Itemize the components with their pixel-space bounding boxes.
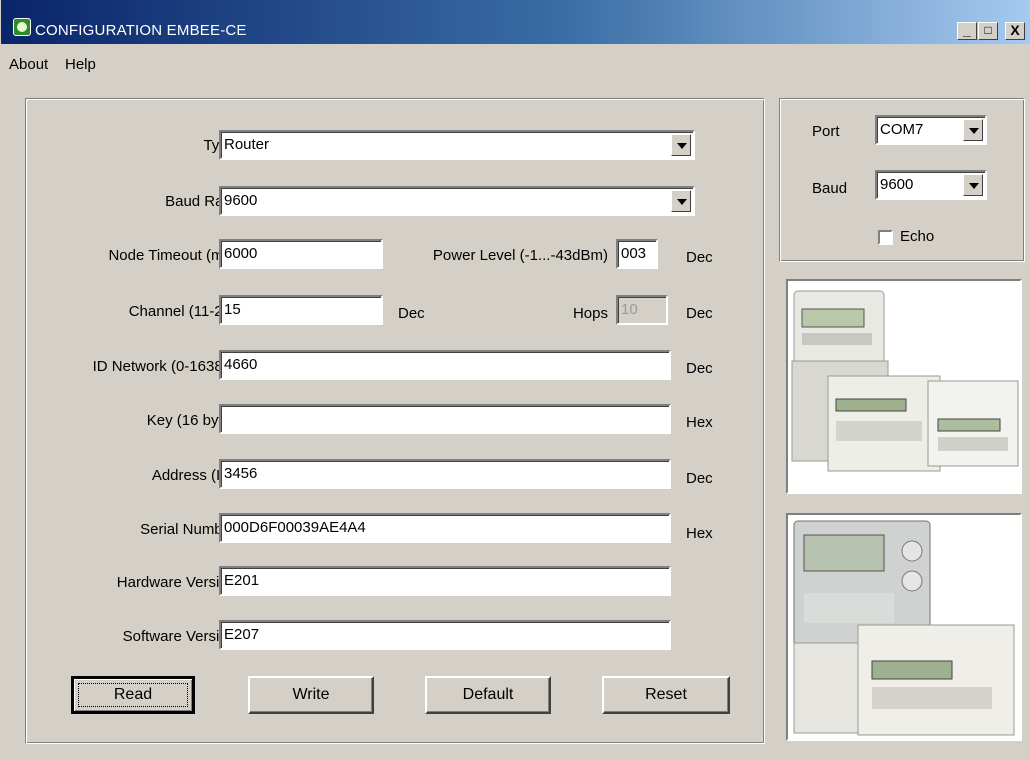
window-title: CONFIGURATION EMBEE-CE xyxy=(35,22,247,39)
node-timeout-field[interactable]: 6000 xyxy=(219,239,383,269)
meter-image-1 xyxy=(786,279,1022,494)
baud-value: 9600 xyxy=(880,176,914,193)
power-level-unit: Dec xyxy=(686,249,713,266)
hops-unit: Dec xyxy=(686,305,713,322)
channel-field[interactable]: 15 xyxy=(219,295,383,325)
port-select[interactable]: COM7 xyxy=(875,115,987,145)
address-field[interactable]: 3456 xyxy=(219,459,671,489)
app-icon[interactable] xyxy=(13,18,31,36)
channel-unit: Dec xyxy=(398,305,425,322)
type-value: Router xyxy=(224,136,270,153)
address-unit: Dec xyxy=(686,470,713,487)
meter-image-2 xyxy=(786,513,1022,741)
echo-checkbox[interactable] xyxy=(878,230,893,245)
chevron-down-icon[interactable] xyxy=(963,119,983,141)
minimize-button[interactable]: _ xyxy=(957,22,977,40)
app-window: CONFIGURATION EMBEE-CE _ □ X About Help … xyxy=(0,0,1030,760)
baud-rate-value: 9600 xyxy=(224,192,258,209)
chevron-down-icon[interactable] xyxy=(963,174,983,196)
power-level-label: Power Level (-1...-43dBm) xyxy=(432,247,608,264)
menu-about[interactable]: About xyxy=(9,56,48,73)
connection-panel: Port COM7 Baud 9600 Echo xyxy=(779,98,1025,262)
chevron-down-icon[interactable] xyxy=(671,134,691,156)
settings-panel: Type Router Baud Rate 9600 Node Timeout … xyxy=(25,98,765,744)
software-version-field[interactable]: E207 xyxy=(219,620,671,650)
menu-help[interactable]: Help xyxy=(65,56,96,73)
focus-rect xyxy=(78,683,188,707)
meter-illustration-1 xyxy=(791,290,1019,472)
write-button[interactable]: Write xyxy=(248,676,374,714)
close-button[interactable]: X xyxy=(1005,22,1025,40)
key-unit: Hex xyxy=(686,414,713,431)
hops-label: Hops xyxy=(572,305,608,322)
serial-number-unit: Hex xyxy=(686,525,713,542)
hardware-version-field[interactable]: E201 xyxy=(219,566,671,596)
title-bar[interactable]: CONFIGURATION EMBEE-CE _ □ X xyxy=(1,0,1030,44)
echo-label: Echo xyxy=(900,228,935,245)
meter-illustration-2 xyxy=(793,520,1015,736)
type-select[interactable]: Router xyxy=(219,130,695,160)
key-field[interactable] xyxy=(219,404,671,434)
read-button[interactable]: Read xyxy=(71,676,195,714)
reset-button[interactable]: Reset xyxy=(602,676,730,714)
id-network-field[interactable]: 4660 xyxy=(219,350,671,380)
baud-select[interactable]: 9600 xyxy=(875,170,987,200)
node-timeout-label: Node Timeout (ms) xyxy=(108,247,236,264)
baud-rate-select[interactable]: 9600 xyxy=(219,186,695,216)
id-network-unit: Dec xyxy=(686,360,713,377)
chevron-down-icon[interactable] xyxy=(671,190,691,212)
maximize-button[interactable]: □ xyxy=(978,22,998,40)
default-button[interactable]: Default xyxy=(425,676,551,714)
baud-label: Baud xyxy=(812,180,848,197)
power-level-field[interactable]: 003 xyxy=(616,239,658,269)
port-label: Port xyxy=(812,123,840,140)
hops-field: 10 xyxy=(616,295,668,325)
id-network-label: ID Network (0-16383) xyxy=(92,358,236,375)
serial-number-field[interactable]: 000D6F00039AE4A4 xyxy=(219,513,671,543)
port-value: COM7 xyxy=(880,121,924,138)
